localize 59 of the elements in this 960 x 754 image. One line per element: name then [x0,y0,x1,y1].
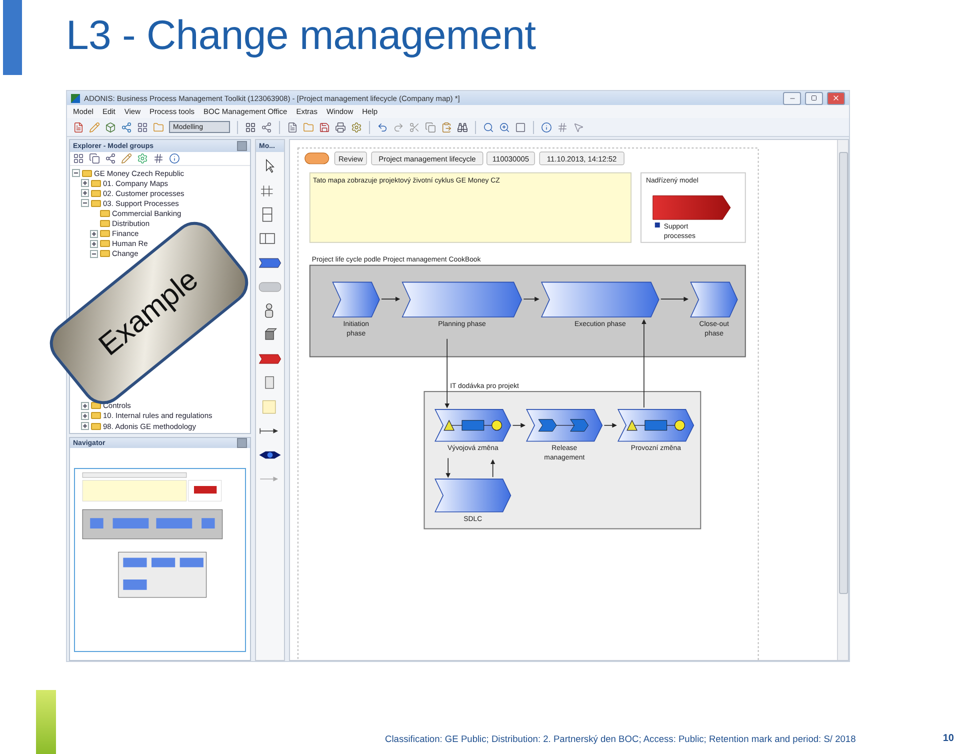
scissors-icon[interactable] [409,122,420,132]
process-shape [332,282,380,318]
paste-icon[interactable] [441,122,452,132]
copy-icon[interactable] [89,153,100,164]
expand-icon[interactable] [81,402,89,410]
grid-icon[interactable] [557,122,568,132]
connector-arrow [512,422,526,428]
share-icon[interactable] [261,122,272,132]
expand-icon[interactable] [81,412,89,420]
maximize-icon [811,95,817,101]
binoculars-icon[interactable] [457,122,468,132]
expand-icon[interactable] [81,422,89,430]
connector-arrow [446,458,450,478]
grid-icon[interactable] [153,153,164,164]
settings-icon[interactable] [351,122,362,132]
search-icon[interactable] [483,122,494,132]
redo-icon[interactable] [393,122,404,132]
info-icon[interactable] [169,153,180,164]
process-shape [690,282,738,318]
scrollbar[interactable] [838,152,848,594]
collapse-icon[interactable] [81,199,89,208]
copy-icon[interactable] [425,122,436,132]
slide-title: L3 - Change management [66,12,536,59]
undo-icon[interactable] [377,122,388,132]
expand-icon[interactable] [90,240,98,248]
grid-icon[interactable] [73,153,84,164]
collapse-icon[interactable] [72,169,80,178]
model-type-badge [304,152,330,164]
settings-icon[interactable] [137,153,148,164]
panel-icon[interactable] [245,122,256,132]
classification-text: Classification: GE Public; Distribution: 2. Partnerský den BOC; Access: Public; Retention mark and period: S/ 2018 [385,734,856,744]
page-number: 10 [942,733,954,744]
connector-arrow [490,459,496,478]
frame-icon[interactable] [515,122,526,132]
expand-icon[interactable] [81,179,89,188]
maximize-button[interactable] [805,92,823,104]
share-icon[interactable] [121,122,132,132]
app-icon [71,94,80,102]
connector-arrow [523,296,540,302]
collapse-icon[interactable] [90,250,98,258]
link-icon [654,222,660,228]
share-icon[interactable] [105,153,116,164]
info-icon[interactable] [541,122,552,132]
expand-icon[interactable] [90,230,98,238]
connector-arrow [444,338,450,408]
pencil-icon[interactable] [89,122,100,132]
save-icon[interactable] [319,122,330,132]
connector-arrow [660,296,688,302]
expand-icon[interactable] [81,189,89,198]
printer-icon[interactable] [335,122,346,132]
zoom-in-icon[interactable] [499,122,510,132]
accent-bar [36,690,56,754]
pencil-icon[interactable] [121,153,132,164]
file-icon[interactable] [73,122,84,132]
connector-arrow [604,422,617,428]
grid-icon[interactable] [137,122,148,132]
file-icon[interactable] [287,122,298,132]
connector-arrow [381,296,400,302]
box-icon[interactable] [105,122,116,132]
